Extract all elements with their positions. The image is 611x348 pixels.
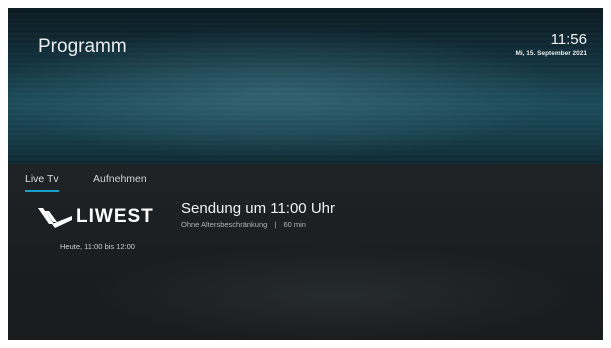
channel-logo: LIWEST xyxy=(36,206,174,228)
tv-guide-screen: Programm 11:56 Mi, 15. September 2021 Li… xyxy=(8,8,603,340)
page-title: Programm xyxy=(38,36,127,57)
clock: 11:56 xyxy=(550,31,587,48)
meta-separator: | xyxy=(274,220,277,229)
program-title: Sendung um 11:00 Uhr xyxy=(181,200,335,217)
tab-aufnehmen[interactable]: Aufnehmen xyxy=(93,173,147,185)
program-meta: Ohne Altersbeschränkung | 60 min xyxy=(181,220,306,229)
hero-banner xyxy=(8,8,603,164)
age-rating: Ohne Altersbeschränkung xyxy=(181,220,268,229)
tab-live-tv[interactable]: Live Tv xyxy=(25,173,59,192)
channel-logo-text: LIWEST xyxy=(76,206,154,227)
date-label: Mi, 15. September 2021 xyxy=(515,50,587,57)
duration: 60 min xyxy=(283,220,306,229)
time-range: Heute, 11:00 bis 12:00 xyxy=(60,242,135,251)
program-panel xyxy=(8,164,603,340)
liwest-mark-icon xyxy=(38,208,72,228)
